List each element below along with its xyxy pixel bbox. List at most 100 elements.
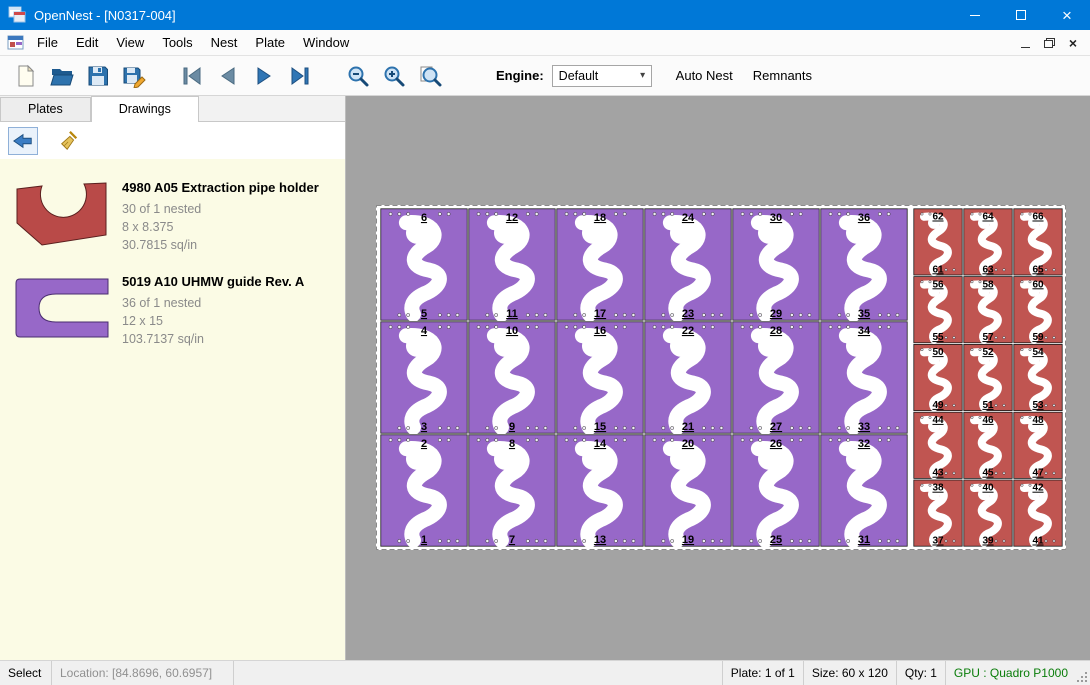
nest-part-pair[interactable]: 2423: [645, 209, 731, 320]
part-number-label: 36: [858, 212, 870, 224]
drill-hole: [896, 539, 899, 542]
drill-hole: [790, 438, 793, 441]
nest-part-pair[interactable]: 3433: [821, 322, 907, 433]
tab-drawings[interactable]: Drawings: [91, 96, 199, 122]
nest-part-pair[interactable]: 4443: [914, 412, 962, 479]
nest-part-pair[interactable]: 5049: [914, 344, 962, 411]
save-button[interactable]: [80, 59, 116, 93]
nest-part-pair[interactable]: 4645: [964, 412, 1012, 479]
part-number-label: 33: [858, 421, 870, 433]
menu-edit[interactable]: Edit: [67, 31, 107, 54]
engine-select[interactable]: Default ▾: [552, 65, 652, 87]
nest-part-pair[interactable]: 4847: [1014, 412, 1062, 479]
part-number-label: 40: [982, 483, 994, 494]
mdi-minimize-button[interactable]: [1014, 33, 1036, 53]
next-plate-button[interactable]: [246, 59, 282, 93]
chevron-down-icon: ▾: [635, 70, 651, 81]
nest-part-pair[interactable]: 1413: [557, 435, 643, 546]
mdi-close-icon: ×: [1069, 36, 1077, 50]
drill-hole: [838, 313, 841, 316]
nest-part-pair[interactable]: 5251: [964, 344, 1012, 411]
status-plate-size: Size: 60 x 120: [803, 661, 896, 685]
drill-hole: [995, 336, 997, 338]
nest-part-pair[interactable]: 6059: [1014, 277, 1062, 344]
nest-drawing[interactable]: 6512111817242330293635431091615222128273…: [376, 205, 1066, 550]
plate-canvas[interactable]: 6512111817242330293635431091615222128273…: [376, 205, 1066, 550]
nest-part-pair[interactable]: 4241: [1014, 480, 1062, 547]
first-plate-button[interactable]: [174, 59, 210, 93]
nest-part-pair[interactable]: 1615: [557, 322, 643, 433]
previous-plate-button[interactable]: [210, 59, 246, 93]
nest-part-pair[interactable]: 6463: [964, 209, 1012, 275]
drill-hole: [407, 438, 410, 441]
part-number-label: 35: [858, 308, 870, 320]
drill-hole: [702, 212, 705, 215]
nest-part-pair[interactable]: 2221: [645, 322, 731, 433]
clear-nest-button[interactable]: [54, 127, 84, 155]
nest-part-pair[interactable]: 109: [469, 322, 555, 433]
drill-hole: [1029, 484, 1031, 486]
nest-viewport[interactable]: 6512111817242330293635431091615222128273…: [346, 96, 1090, 660]
drill-hole: [662, 539, 665, 542]
nest-part-pair[interactable]: 6665: [1014, 209, 1062, 275]
drawing-item-uhmw-guide[interactable]: 5019 A10 UHMW guide Rev. A 36 of 1 neste…: [6, 263, 339, 353]
minimize-button[interactable]: [952, 0, 998, 30]
return-part-button[interactable]: [8, 127, 38, 155]
nest-part-pair[interactable]: 3837: [914, 480, 962, 547]
engine-label: Engine:: [496, 68, 544, 83]
zoom-out-button[interactable]: [340, 59, 376, 93]
nest-part-pair[interactable]: 5453: [1014, 344, 1062, 411]
drill-hole: [741, 212, 744, 215]
nest-part-pair[interactable]: 1211: [469, 209, 555, 320]
nest-part-pair[interactable]: 5857: [964, 277, 1012, 344]
nest-part-pair[interactable]: 87: [469, 435, 555, 546]
remnants-button[interactable]: Remnants: [743, 61, 822, 90]
menu-nest[interactable]: Nest: [202, 31, 247, 54]
nest-part-pair[interactable]: 3231: [821, 435, 907, 546]
part-thumbnail-purple: [10, 268, 114, 348]
part-number-label: 6: [421, 212, 427, 224]
broom-icon: [58, 130, 80, 152]
nest-part-pair[interactable]: 4039: [964, 480, 1012, 547]
drill-hole: [495, 438, 498, 441]
save-as-button[interactable]: [116, 59, 152, 93]
menu-view[interactable]: View: [107, 31, 153, 54]
maximize-button[interactable]: [998, 0, 1044, 30]
nest-part-pair[interactable]: 3029: [733, 209, 819, 320]
tab-plates[interactable]: Plates: [0, 97, 91, 121]
menu-window[interactable]: Window: [294, 31, 358, 54]
drill-hole: [535, 539, 538, 542]
menu-file[interactable]: File: [28, 31, 67, 54]
nest-part-pair[interactable]: 2827: [733, 322, 819, 433]
drill-hole: [447, 325, 450, 328]
drill-hole: [671, 438, 674, 441]
drawing-item-extraction-pipe-holder[interactable]: 4980 A05 Extraction pipe holder 30 of 1 …: [6, 169, 339, 259]
nest-part-pair[interactable]: 65: [381, 209, 467, 320]
drill-hole: [1029, 281, 1031, 283]
nest-part-pair[interactable]: 2625: [733, 435, 819, 546]
drill-hole: [790, 212, 793, 215]
auto-nest-button[interactable]: Auto Nest: [666, 61, 743, 90]
drill-hole: [878, 426, 881, 429]
zoom-in-button[interactable]: [376, 59, 412, 93]
nest-part-pair[interactable]: 43: [381, 322, 467, 433]
nest-part-pair[interactable]: 6261: [914, 209, 962, 275]
menu-plate[interactable]: Plate: [246, 31, 294, 54]
zoom-fit-button[interactable]: [412, 59, 448, 93]
last-plate-button[interactable]: [282, 59, 318, 93]
nest-part-pair[interactable]: 36 35: [821, 209, 907, 320]
close-button[interactable]: ×: [1044, 0, 1090, 30]
nest-part-pair[interactable]: 2019: [645, 435, 731, 546]
drill-hole: [447, 313, 450, 316]
open-button[interactable]: [44, 59, 80, 93]
new-button[interactable]: [8, 59, 44, 93]
resize-grip[interactable]: [1076, 661, 1090, 685]
drawings-panel-toolbar: [0, 122, 345, 159]
mdi-restore-button[interactable]: [1038, 33, 1060, 53]
menu-tools[interactable]: Tools: [153, 31, 201, 54]
drill-hole: [623, 313, 626, 316]
mdi-close-button[interactable]: ×: [1062, 33, 1084, 53]
nest-part-pair[interactable]: 21: [381, 435, 467, 546]
nest-part-pair[interactable]: 5655: [914, 277, 962, 344]
nest-part-pair[interactable]: 1817: [557, 209, 643, 320]
